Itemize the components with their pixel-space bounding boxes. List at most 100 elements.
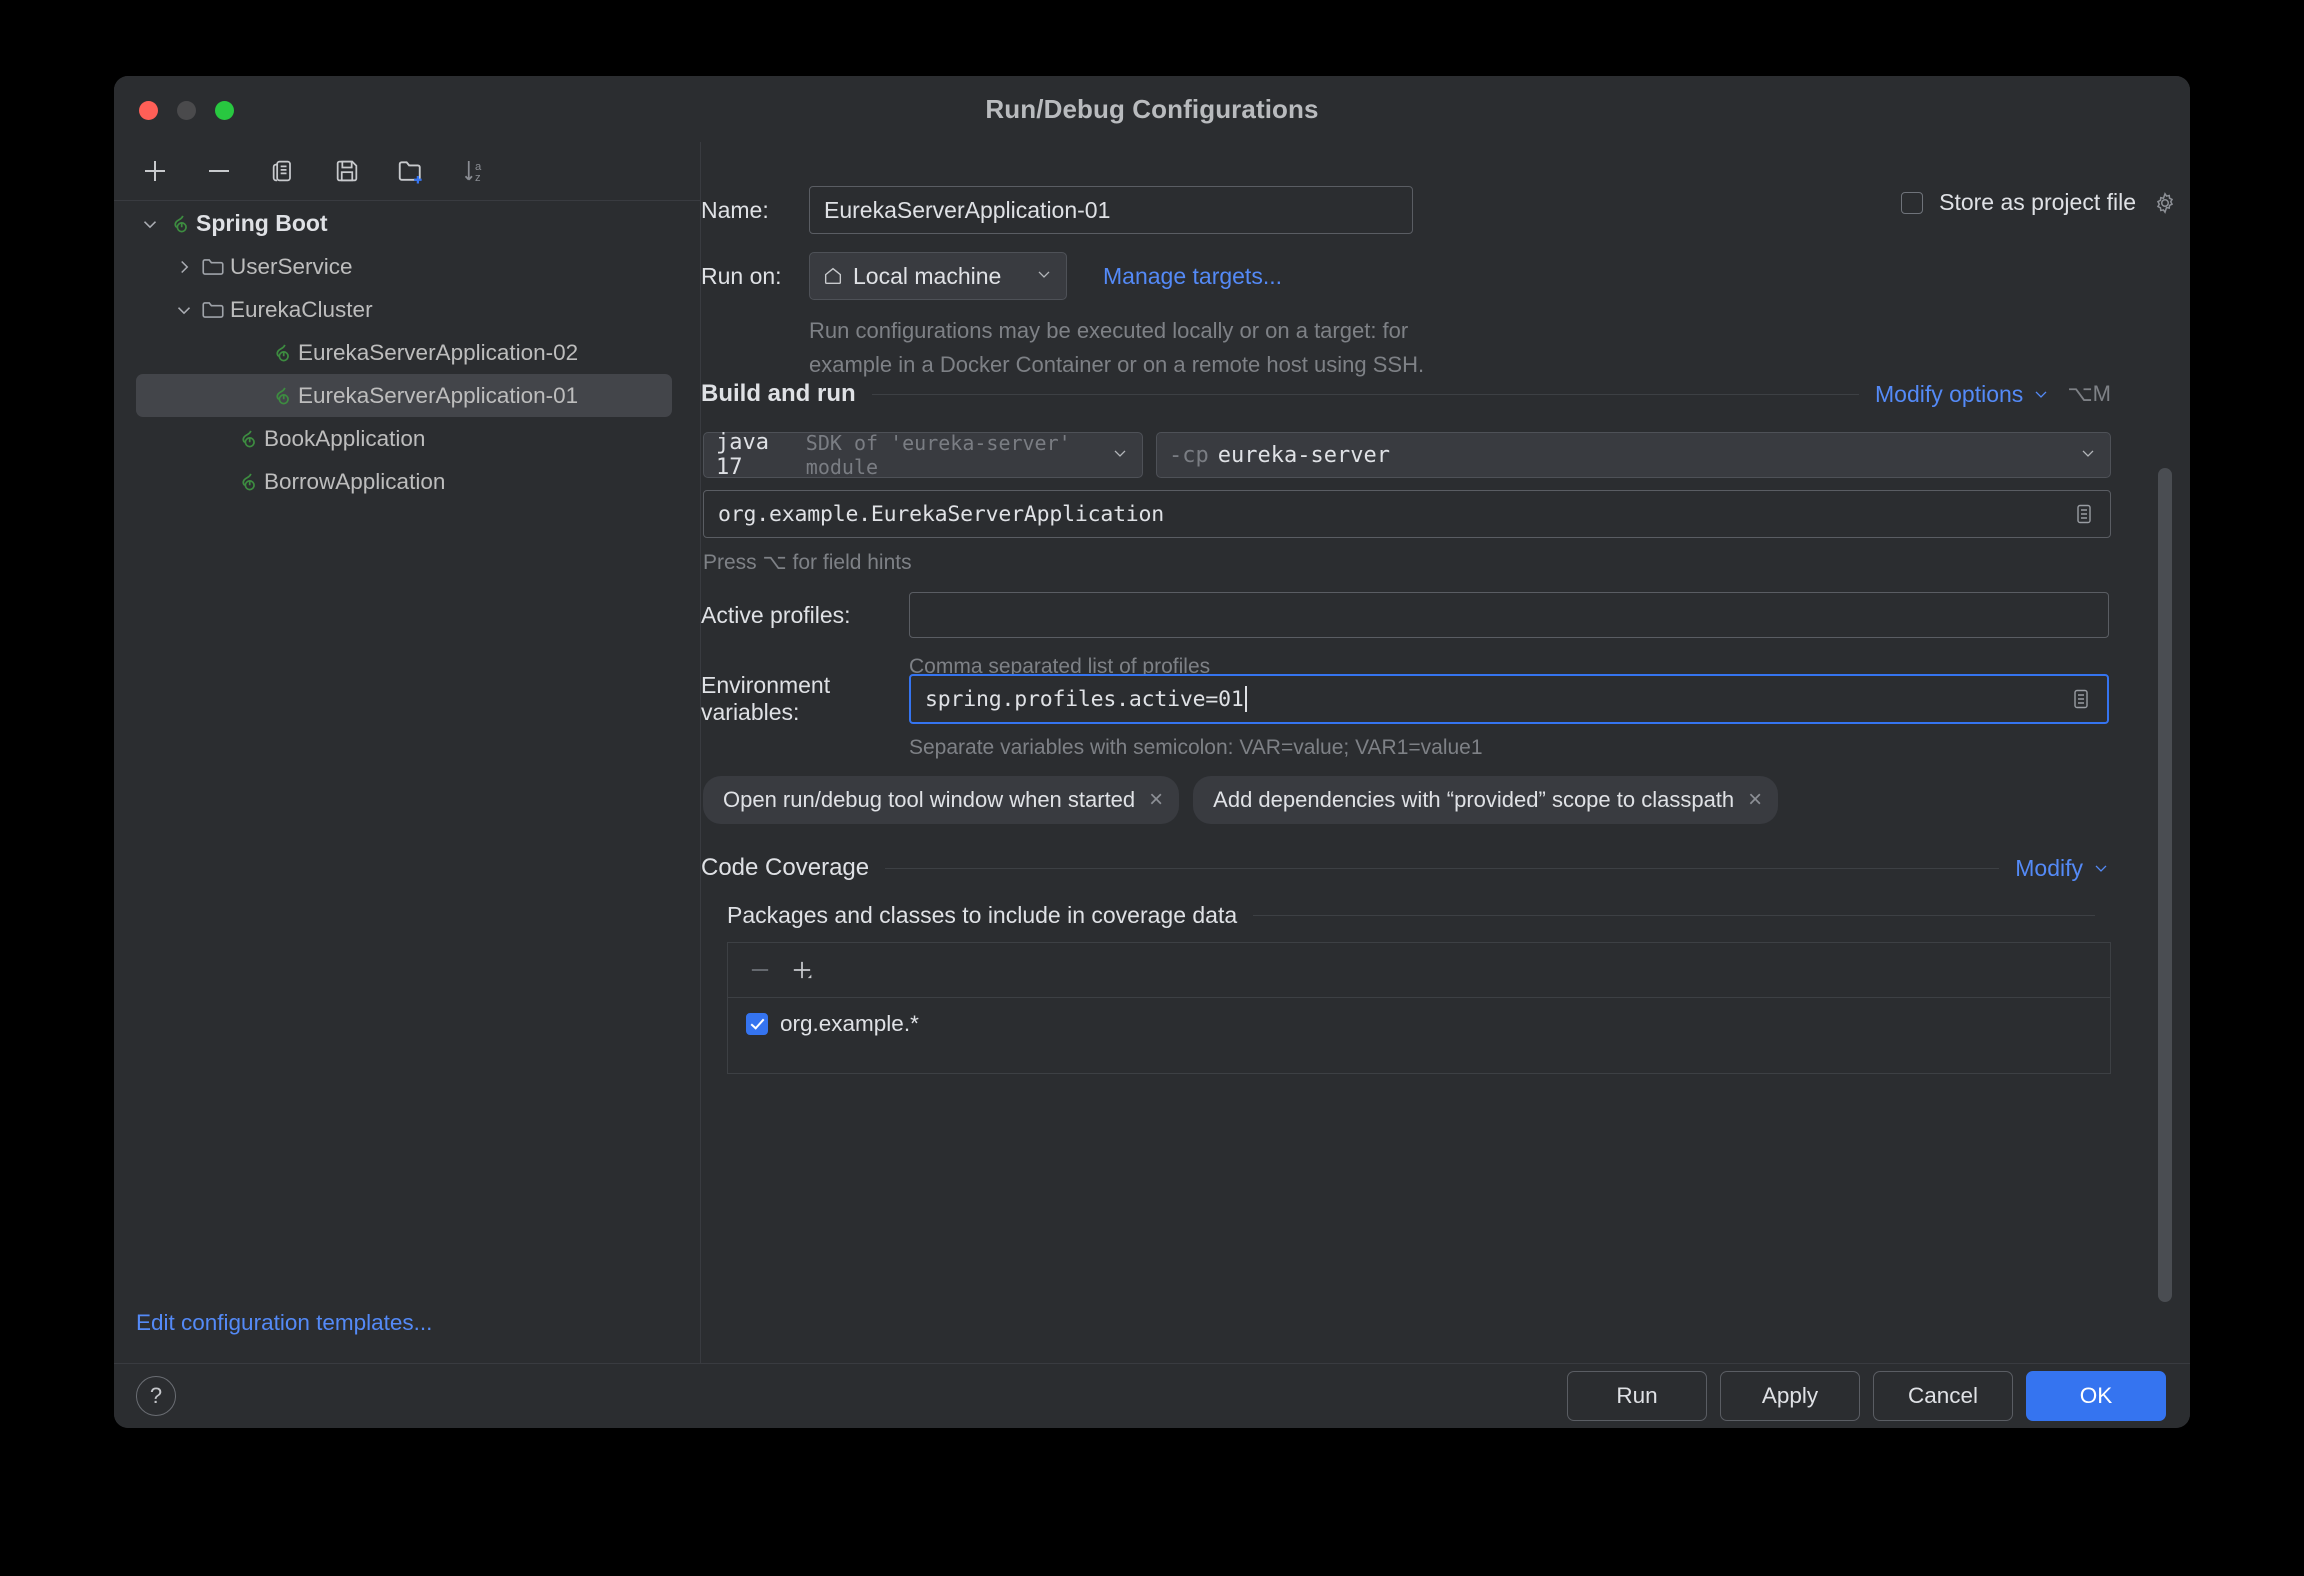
help-button[interactable]: ? xyxy=(136,1376,176,1416)
option-chip-label: Open run/debug tool window when started xyxy=(723,787,1136,812)
classpath-select[interactable]: -cp eureka-server xyxy=(1156,432,2111,478)
coverage-patterns-list: org.example.* xyxy=(727,942,2111,1074)
store-as-project-file-row: Store as project file xyxy=(1901,189,2178,216)
coverage-subtitle: Packages and classes to include in cover… xyxy=(727,902,1238,928)
chevron-down-icon xyxy=(2078,442,2098,469)
store-as-project-file-label: Store as project file xyxy=(1939,189,2136,215)
name-input[interactable]: EurekaServerApplication-01 xyxy=(809,186,1413,234)
folder-icon xyxy=(200,297,226,323)
configurations-tree: Spring Boot UserService EurekaCluster Eurek… xyxy=(114,202,700,503)
tree-item-eurekacluster[interactable]: EurekaCluster xyxy=(114,288,700,331)
spring-boot-icon xyxy=(268,340,294,366)
button-label: Apply xyxy=(1761,1383,1819,1408)
run-on-value: Local machine xyxy=(853,262,1002,289)
sort-configurations-button[interactable]: a z xyxy=(456,152,494,190)
expand-field-icon[interactable] xyxy=(2072,502,2096,526)
spring-boot-icon xyxy=(268,383,294,409)
tree-item-label: UserService xyxy=(230,253,353,279)
home-icon xyxy=(822,265,844,287)
tree-item-label: EurekaCluster xyxy=(230,296,373,322)
jdk-select[interactable]: java 17 SDK of 'eureka-server' module xyxy=(703,430,1143,480)
close-icon[interactable]: × xyxy=(1748,788,1762,812)
chevron-down-icon[interactable] xyxy=(2031,384,2051,404)
button-label: OK xyxy=(2079,1383,2113,1408)
environment-variables-value: spring.profiles.active=01 xyxy=(925,686,1244,712)
coverage-row[interactable]: org.example.* xyxy=(728,998,2110,1050)
run-on-description: Run configurations may be executed local… xyxy=(809,314,1424,382)
run-on-description-line-2: example in a Docker Container or on a re… xyxy=(809,352,1425,377)
ok-button[interactable]: OK xyxy=(2026,1371,2166,1421)
gear-icon[interactable] xyxy=(2152,190,2178,216)
manage-targets-link[interactable]: Manage targets... xyxy=(1103,263,1282,290)
option-chip[interactable]: Add dependencies with “provided” scope t… xyxy=(1193,776,1779,824)
active-profiles-row: Active profiles: xyxy=(701,592,2109,638)
jdk-value: java 17 xyxy=(716,430,769,480)
run-on-label: Run on: xyxy=(701,262,782,289)
configuration-editor-panel: Name: EurekaServerApplication-01 Store a… xyxy=(701,142,2190,1364)
section-separator xyxy=(1253,915,2095,916)
environment-variables-row: Environment variables: spring.profiles.a… xyxy=(701,672,2109,726)
tree-item-borrowapplication[interactable]: BorrowApplication xyxy=(114,460,700,503)
build-and-run-section-header: Build and run Modify options ⌥M xyxy=(701,380,2111,408)
store-as-project-file-checkbox[interactable] xyxy=(1901,191,1924,214)
coverage-rows: org.example.* xyxy=(728,998,2110,1050)
add-configuration-button[interactable] xyxy=(136,152,174,190)
option-chip[interactable]: Open run/debug tool window when started × xyxy=(703,776,1180,824)
tree-item-eurekaserverapplication-01[interactable]: EurekaServerApplication-01 xyxy=(136,374,672,417)
environment-variables-hint: Separate variables with semicolon: VAR=v… xyxy=(909,736,1483,759)
main-class-value: org.example.EurekaServerApplication xyxy=(718,501,1165,527)
remove-coverage-pattern-button[interactable] xyxy=(746,956,774,984)
option-chip-label: Add dependencies with “provided” scope t… xyxy=(1213,787,1735,812)
modify-options-link[interactable]: Modify options xyxy=(1875,381,2023,408)
add-coverage-pattern-button[interactable] xyxy=(788,956,816,984)
chevron-down-icon[interactable] xyxy=(139,213,161,235)
chevron-down-icon xyxy=(1110,442,1130,469)
tree-item-bookapplication[interactable]: BookApplication xyxy=(114,417,700,460)
svg-text:z: z xyxy=(475,172,481,184)
code-coverage-modify-link[interactable]: Modify xyxy=(2015,855,2083,882)
code-coverage-section-header: Code Coverage Modify xyxy=(701,854,2111,882)
build-and-run-title: Build and run xyxy=(701,380,856,407)
name-label: Name: xyxy=(701,196,769,223)
active-profiles-input[interactable] xyxy=(909,592,2109,638)
section-separator xyxy=(871,393,1859,395)
close-icon[interactable]: × xyxy=(1149,788,1163,812)
spring-boot-icon xyxy=(166,211,192,237)
modify-options-shortcut: ⌥M xyxy=(2067,381,2111,406)
coverage-row-checkbox[interactable] xyxy=(746,1013,768,1035)
folder-icon xyxy=(200,254,226,280)
edit-configuration-templates-link[interactable]: Edit configuration templates... xyxy=(136,1310,432,1336)
tree-item-spring-boot[interactable]: Spring Boot xyxy=(114,202,700,245)
run-button[interactable]: Run xyxy=(1567,1371,1707,1421)
tree-item-label: Spring Boot xyxy=(196,210,328,236)
classpath-prefix: -cp xyxy=(1169,442,1209,468)
save-configuration-button[interactable] xyxy=(328,152,366,190)
jdk-hint: SDK of 'eureka-server' module xyxy=(805,431,1071,479)
environment-variables-input[interactable]: spring.profiles.active=01 xyxy=(909,674,2109,724)
dialog-title: Run/Debug Configurations xyxy=(985,94,1319,124)
run-on-select[interactable]: Local machine xyxy=(809,252,1067,300)
text-cursor xyxy=(1244,686,1247,712)
new-folder-button[interactable] xyxy=(392,152,430,190)
name-row: Name: EurekaServerApplication-01 xyxy=(701,186,1413,234)
spring-boot-icon xyxy=(234,469,260,495)
copy-configuration-button[interactable] xyxy=(264,152,302,190)
tree-item-userservice[interactable]: UserService xyxy=(114,245,700,288)
tree-item-eurekaserverapplication-02[interactable]: EurekaServerApplication-02 xyxy=(114,331,700,374)
chevron-right-icon[interactable] xyxy=(173,256,195,278)
run-on-description-line-1: Run configurations may be executed local… xyxy=(809,318,1409,343)
main-class-input[interactable]: org.example.EurekaServerApplication xyxy=(703,490,2111,538)
tree-item-label: EurekaServerApplication-02 xyxy=(298,339,579,365)
configurations-sidebar: a z Spring Boot UserService EurekaCluster E… xyxy=(114,142,700,1364)
chevron-down-icon[interactable] xyxy=(2091,858,2111,878)
chevron-down-icon[interactable] xyxy=(173,299,195,321)
apply-button[interactable]: Apply xyxy=(1720,1371,1860,1421)
remove-configuration-button[interactable] xyxy=(200,152,238,190)
title-bar: Run/Debug Configurations xyxy=(114,76,2190,142)
run-debug-configurations-dialog: Run/Debug Configurations a z Spring Boot… xyxy=(114,76,2190,1428)
cancel-button[interactable]: Cancel xyxy=(1873,1371,2013,1421)
coverage-row-label: org.example.* xyxy=(780,1011,919,1036)
coverage-list-toolbar xyxy=(728,943,2110,998)
expand-field-icon[interactable] xyxy=(2069,687,2093,711)
editor-scrollbar[interactable] xyxy=(2158,468,2172,1302)
